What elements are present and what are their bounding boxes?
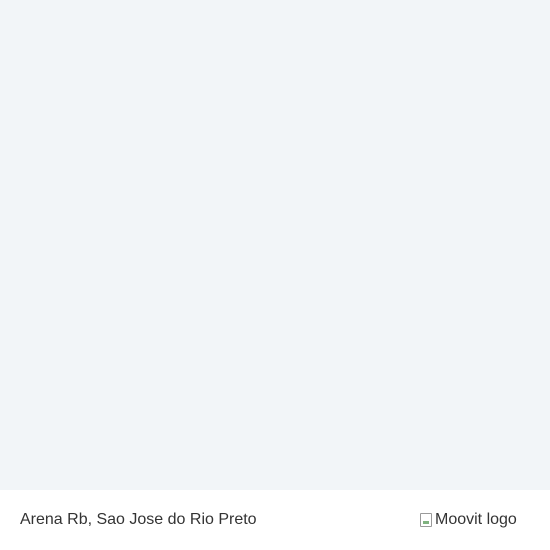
logo-alt-text: Moovit logo <box>435 511 517 528</box>
footer-bar: Arena Rb, Sao Jose do Rio Preto Moovit l… <box>0 490 550 550</box>
place-name: Arena Rb, Sao Jose do Rio Preto <box>20 511 257 528</box>
map-canvas[interactable] <box>0 0 550 490</box>
page: Arena Rb, Sao Jose do Rio Preto Moovit l… <box>0 0 550 550</box>
moovit-logo[interactable]: Moovit logo <box>420 510 517 530</box>
broken-image-icon <box>420 513 432 527</box>
